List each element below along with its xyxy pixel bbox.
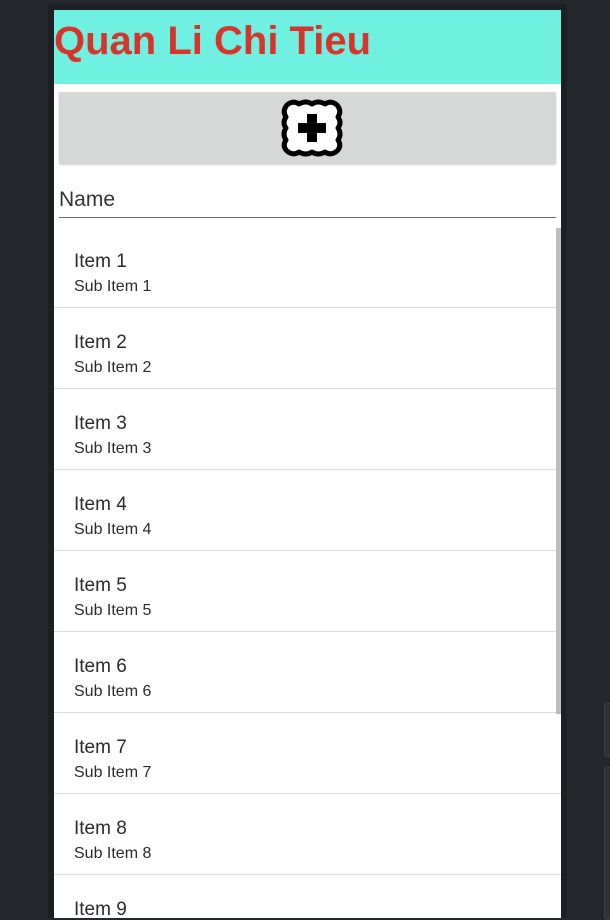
list-item[interactable]: Item 3 Sub Item 3 xyxy=(54,389,561,470)
list-item-title: Item 6 xyxy=(74,656,127,677)
list-item-title: Item 9 xyxy=(74,899,127,918)
add-picture-frame-icon xyxy=(281,99,343,157)
list-item-title: Item 2 xyxy=(74,332,127,353)
list-item-subtitle: Sub Item 4 xyxy=(74,521,152,538)
add-item-button[interactable] xyxy=(59,92,556,164)
list-item[interactable]: Item 9 xyxy=(54,875,561,918)
list-item-subtitle: Sub Item 3 xyxy=(74,440,152,457)
list-item-title: Item 1 xyxy=(74,251,127,272)
app-title: Quan Li Chi Tieu xyxy=(54,19,372,63)
list-item-title: Item 8 xyxy=(74,818,127,839)
list-item-subtitle: Sub Item 1 xyxy=(74,278,152,295)
title-bar: Quan Li Chi Tieu xyxy=(54,10,561,84)
name-input[interactable] xyxy=(59,182,556,218)
list-item-subtitle: Sub Item 5 xyxy=(74,602,152,619)
list-item[interactable]: Item 6 Sub Item 6 xyxy=(54,632,561,713)
list-item-subtitle: Sub Item 2 xyxy=(74,359,152,376)
list-item-title: Item 4 xyxy=(74,494,127,515)
device-side-button xyxy=(604,767,610,920)
list-item-subtitle: Sub Item 7 xyxy=(74,764,152,781)
list-item[interactable]: Item 1 Sub Item 1 xyxy=(54,227,561,308)
app-screen: Quan Li Chi Tieu Item 1 Sub Item 1 Item 2 S… xyxy=(54,10,561,918)
list-item-subtitle: Sub Item 8 xyxy=(74,845,152,862)
list-item[interactable]: Item 2 Sub Item 2 xyxy=(54,308,561,389)
item-list: Item 1 Sub Item 1 Item 2 Sub Item 2 Item 3 Su… xyxy=(54,227,561,918)
list-item[interactable]: Item 4 Sub Item 4 xyxy=(54,470,561,551)
list-item[interactable]: Item 7 Sub Item 7 xyxy=(54,713,561,794)
list-item[interactable]: Item 8 Sub Item 8 xyxy=(54,794,561,875)
list-item-title: Item 5 xyxy=(74,575,127,596)
device-side-button xyxy=(604,703,610,757)
list-item-title: Item 7 xyxy=(74,737,127,758)
list-item[interactable]: Item 5 Sub Item 5 xyxy=(54,551,561,632)
list-item-title: Item 3 xyxy=(74,413,127,434)
list-scrollbar[interactable] xyxy=(556,228,561,714)
list-item-subtitle: Sub Item 6 xyxy=(74,683,152,700)
